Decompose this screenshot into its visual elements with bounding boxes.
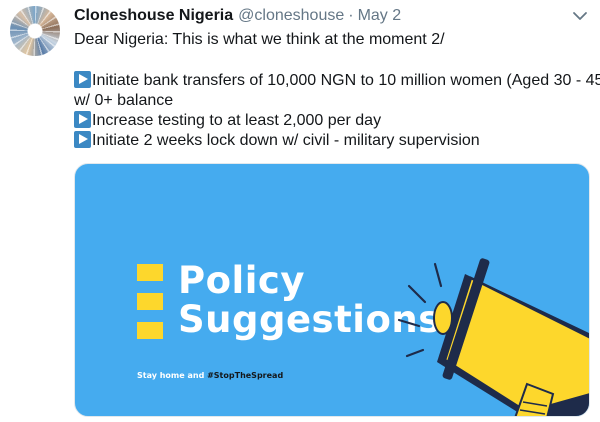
author-name[interactable]: Cloneshouse Nigeria [74,7,233,25]
tweet-text-line: Initiate bank transfers of 10,000 NGN to… [74,71,600,91]
tweet-date[interactable]: May 2 [358,7,402,25]
tweet-header: Cloneshouse Nigeria @cloneshouse · May 2 [74,7,401,29]
play-button-icon [74,71,91,88]
tweet-text-line: Dear Nigeria: This is what we think at t… [74,31,445,48]
tweet[interactable]: Cloneshouse Nigeria @cloneshouse · May 2… [0,0,600,422]
tweet-text-line: Increase testing to at least 2,000 per d… [74,111,590,131]
tweet-media-image[interactable]: Policy Suggestions Stay home and #StopTh… [74,163,590,417]
separator-dot: · [348,7,354,24]
avatar[interactable] [10,6,60,56]
footer-hashtag: #StopTheSpread [207,371,284,380]
media-footer: Stay home and #StopTheSpread [137,371,283,380]
footer-text: Stay home and [137,371,208,380]
tweet-text-line: w/ 0+ balance [74,92,174,109]
author-handle[interactable]: @cloneshouse [238,7,344,25]
yellow-bar [137,322,163,339]
tweet-text: Dear Nigeria: This is what we think at t… [74,30,600,151]
play-button-icon [74,131,91,148]
tweet-text-line-content: Initiate bank transfers of 10,000 NGN to… [92,72,600,89]
tweet-text-line-content: Increase testing to at least 2,000 per d… [92,112,382,129]
tweet-text-line: Initiate 2 weeks lock down w/ civil - mi… [74,131,590,151]
megaphone-icon [397,258,589,416]
chevron-down-icon[interactable] [572,10,588,22]
media-title-line: Policy [178,259,305,302]
yellow-bar [137,264,163,281]
tweet-text-line-content: Initiate 2 weeks lock down w/ civil - mi… [92,132,480,149]
yellow-bar [137,293,163,310]
play-button-icon [74,111,91,128]
